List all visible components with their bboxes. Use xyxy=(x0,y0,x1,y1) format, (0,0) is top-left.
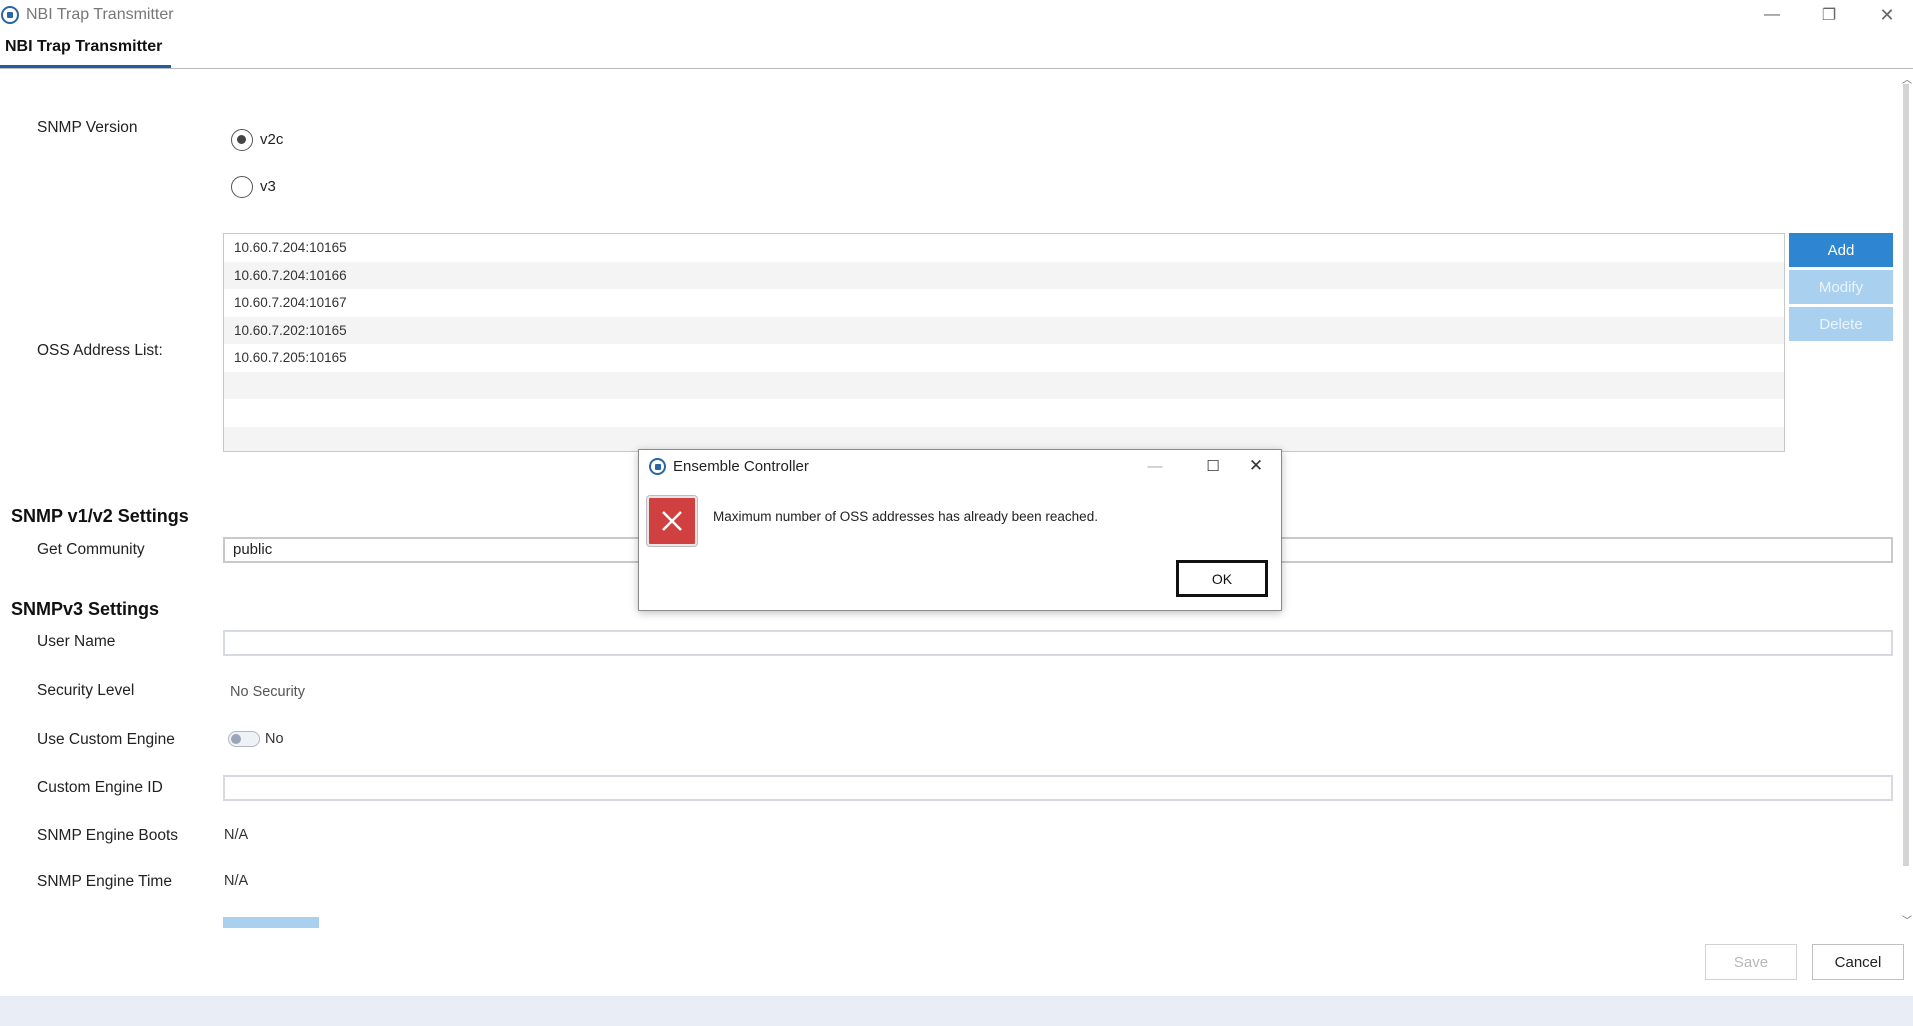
get-community-label: Get Community xyxy=(37,541,145,558)
snmp-version-label: SNMP Version xyxy=(37,119,138,136)
window-title: NBI Trap Transmitter xyxy=(26,6,174,23)
list-item-empty xyxy=(224,371,1784,399)
v1v2-section-heading: SNMP v1/v2 Settings xyxy=(11,506,189,526)
engine-time-value: N/A xyxy=(224,873,249,889)
add-button[interactable]: Add xyxy=(1789,233,1893,267)
user-name-label: User Name xyxy=(37,633,116,650)
list-item[interactable]: 10.60.7.205:10165 xyxy=(224,344,1784,372)
use-custom-engine-label: Use Custom Engine xyxy=(37,731,175,748)
dialog-app-icon xyxy=(649,458,666,475)
restore-button[interactable]: ❐ xyxy=(1807,2,1851,28)
radio-v3[interactable] xyxy=(231,176,253,198)
minimize-button[interactable]: — xyxy=(1750,2,1794,28)
security-level-select[interactable]: No Security xyxy=(230,684,305,700)
scrollbar-thumb[interactable] xyxy=(1903,84,1909,866)
delete-button[interactable]: Delete xyxy=(1789,307,1893,341)
dialog-minimize-button[interactable]: — xyxy=(1135,454,1175,478)
oss-address-list[interactable]: 10.60.7.204:10165 10.60.7.204:10166 10.6… xyxy=(223,233,1785,452)
engine-time-label: SNMP Engine Time xyxy=(37,873,172,890)
v3-section-heading: SNMPv3 Settings xyxy=(11,599,160,619)
app-icon xyxy=(1,6,19,24)
list-item[interactable]: 10.60.7.204:10167 xyxy=(224,289,1784,317)
custom-engine-toggle[interactable] xyxy=(228,731,260,747)
radio-v2c-label: v2c xyxy=(260,131,284,148)
save-button[interactable]: Save xyxy=(1705,944,1797,980)
list-item[interactable]: 10.60.7.202:10165 xyxy=(224,316,1784,344)
security-level-label: Security Level xyxy=(37,682,135,699)
dialog-title: Ensemble Controller xyxy=(673,458,809,475)
dialog-close-button[interactable]: ✕ xyxy=(1236,454,1276,478)
status-bar xyxy=(0,996,1913,1026)
tab-label: NBI Trap Transmitter xyxy=(5,38,163,55)
ok-button[interactable]: OK xyxy=(1176,560,1268,597)
radio-v2c[interactable] xyxy=(231,129,253,151)
error-icon xyxy=(647,496,697,546)
title-bar: NBI Trap Transmitter — ❐ ✕ xyxy=(0,0,1913,30)
cancel-button[interactable]: Cancel xyxy=(1812,944,1904,980)
user-name-input[interactable] xyxy=(223,630,1893,656)
dialog-message: Maximum number of OSS addresses has alre… xyxy=(713,509,1098,524)
dialog-maximize-button[interactable]: ☐ xyxy=(1193,454,1233,478)
engine-boots-value: N/A xyxy=(224,827,249,843)
list-item[interactable]: 10.60.7.204:10166 xyxy=(224,261,1784,289)
tab-divider xyxy=(0,68,1913,69)
custom-engine-toggle-label: No xyxy=(265,731,284,747)
custom-engine-id-label: Custom Engine ID xyxy=(37,779,163,796)
list-item-empty xyxy=(224,399,1784,427)
radio-v3-label: v3 xyxy=(260,178,276,195)
close-button[interactable]: ✕ xyxy=(1865,2,1909,28)
error-dialog: Ensemble Controller — ☐ ✕ Maximum number… xyxy=(638,449,1282,611)
partial-button[interactable] xyxy=(223,917,319,928)
modify-button[interactable]: Modify xyxy=(1789,270,1893,304)
custom-engine-id-input[interactable] xyxy=(223,775,1893,801)
list-item[interactable]: 10.60.7.204:10165 xyxy=(224,234,1784,262)
engine-boots-label: SNMP Engine Boots xyxy=(37,827,179,844)
scroll-down-icon[interactable]: ﹀ xyxy=(1902,912,1912,927)
oss-address-list-label: OSS Address List: xyxy=(37,342,163,359)
